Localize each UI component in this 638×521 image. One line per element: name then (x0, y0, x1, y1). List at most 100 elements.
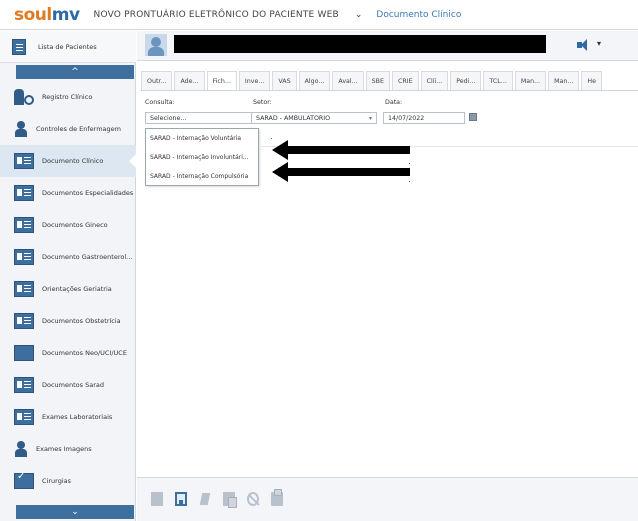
consulta-label: Consulta: (145, 99, 175, 106)
sidebar-item-label: Documento Clínico (42, 157, 104, 165)
tab[interactable]: SBE (365, 71, 390, 90)
date-value: 14/07/2022 (388, 115, 425, 122)
tab[interactable]: He (581, 71, 603, 90)
tab[interactable]: Pedi... (450, 71, 482, 90)
person-icon (14, 121, 28, 137)
data-label: Data: (385, 99, 403, 106)
consulta-select[interactable]: Selecione... ▾ (145, 112, 259, 124)
sidebar-item-cirurgias[interactable]: Cirurgias (0, 465, 136, 497)
dropdown-option[interactable]: SARAD - Internação Involuntári... (146, 148, 258, 167)
sidebar-item-label: Documentos Obstetrícia (42, 317, 121, 325)
document-icon (14, 409, 34, 425)
dropdown-option[interactable]: SARAD - Internação Compulsória (146, 167, 258, 186)
sidebar-scroll-down-button[interactable]: ⌄ (16, 505, 134, 519)
sidebar-item-label: Documentos Gineco (42, 221, 108, 229)
marker-dot (271, 138, 272, 139)
sidebar-item-documentos-obstetricia[interactable]: Documentos Obstetrícia (0, 305, 136, 337)
annotation-arrow-left-icon (272, 162, 410, 182)
top-header: soulmv NOVO PRONTUÁRIO ELETRÔNICO DO PAC… (0, 0, 638, 30)
sidebar-item-controles-enfermagem[interactable]: Controles de Enfermagem (0, 113, 136, 145)
sidebar-item-label: Documentos Especialidades (42, 189, 134, 197)
sidebar-item-label: Cirurgias (42, 477, 71, 485)
tab[interactable]: Outr... (141, 71, 173, 90)
copy-icon[interactable] (223, 492, 237, 508)
tab[interactable]: Aval... (332, 71, 364, 90)
setor-value: SARAD - AMBULATORIO (256, 115, 331, 122)
setor-select[interactable]: SARAD - AMBULATORIO ▾ (251, 112, 377, 124)
sidebar-scroll-up-button[interactable]: ^ (16, 65, 134, 79)
calendar-icon[interactable] (469, 113, 477, 121)
person-search-icon (14, 89, 34, 105)
tab[interactable]: Man... (548, 71, 580, 90)
marker-dot (409, 181, 410, 182)
speaker-dropdown-icon[interactable]: ▾ (597, 39, 601, 48)
annotation-arrow-left-icon (272, 140, 410, 160)
tab[interactable]: Algo... (298, 71, 331, 90)
patient-list-button[interactable]: Lista de Pacientes (0, 31, 136, 63)
chevron-down-icon[interactable]: ⌄ (355, 10, 363, 20)
sidebar-item-documentos-neo-uci-uce[interactable]: Documentos Neo/UCI/UCE (0, 337, 136, 369)
sidebar-item-exames-laboratoriais[interactable]: Exames Laboratoriais (0, 401, 136, 433)
document-icon (14, 249, 34, 265)
patient-list-label: Lista de Pacientes (38, 42, 97, 51)
sidebar-item-label: Orientações Geriatria (42, 285, 112, 293)
dropdown-option[interactable]: SARAD - Internação Voluntária (146, 129, 258, 148)
document-icon (14, 377, 34, 393)
document-icon (14, 153, 34, 169)
sidebar-item-label: Controles de Enfermagem (36, 125, 121, 133)
tab[interactable]: CRIE (391, 71, 419, 90)
soulmv-logo: soulmv (14, 5, 80, 25)
tab[interactable]: Ade... (174, 71, 205, 90)
marker-dot (409, 163, 410, 164)
print-icon[interactable] (271, 489, 283, 506)
new-document-icon[interactable] (151, 492, 163, 506)
patient-avatar-icon (145, 34, 167, 56)
tab[interactable]: Clíi... (420, 71, 449, 90)
consulta-value: Selecione... (150, 115, 187, 122)
save-icon[interactable] (175, 492, 187, 506)
sidebar-item-documentos-especialidades[interactable]: Documentos Especialidades (0, 177, 136, 209)
sidebar-item-exames-imagens[interactable]: Exames Imagens (0, 433, 136, 465)
sidebar-item-label: Documentos Sarad (42, 381, 104, 389)
sidebar-item-orientacoes-geriatria[interactable]: Orientações Geriatria (0, 273, 136, 305)
tab-active[interactable]: Fich... (206, 71, 237, 90)
sidebar-item-label: Registro Clínico (42, 93, 93, 101)
sidebar-item-label: Exames Imagens (36, 445, 92, 453)
sidebar-item-label: Documento Gastroenterol... (42, 253, 133, 261)
tab[interactable]: TCL... (483, 71, 513, 90)
sidebar-item-label: Documentos Neo/UCI/UCE (42, 349, 127, 357)
setor-label: Setor: (253, 99, 272, 106)
date-input[interactable]: 14/07/2022 (383, 112, 465, 124)
logo-part-mv: mv (51, 4, 80, 25)
sidebar-item-documentos-sarad[interactable]: Documentos Sarad (0, 369, 136, 401)
breadcrumb[interactable]: Documento Clínico (376, 10, 461, 20)
app-title: NOVO PRONTUÁRIO ELETRÔNICO DO PACIENTE W… (93, 9, 339, 20)
chevron-down-icon: ▾ (368, 115, 372, 122)
cancel-icon[interactable] (247, 492, 259, 506)
sidebar-nav: Registro Clínico Controles de Enfermagem… (0, 81, 137, 497)
speaker-icon[interactable] (577, 38, 593, 52)
patient-banner: ▾ (137, 31, 638, 61)
sign-icon[interactable] (199, 492, 211, 506)
document-icon (14, 281, 34, 297)
sidebar-item-documento-clinico[interactable]: Documento Clínico (0, 145, 137, 177)
person-icon (14, 441, 28, 457)
consulta-dropdown-list: SARAD - Internação Voluntária SARAD - In… (145, 128, 259, 186)
sidebar-item-documento-gastroenterologia[interactable]: Documento Gastroenterol... (0, 241, 136, 273)
tab[interactable]: VAS (272, 71, 297, 90)
sidebar-item-documentos-gineco[interactable]: Documentos Gineco (0, 209, 136, 241)
surgery-icon (14, 471, 34, 489)
monitor-icon (14, 345, 34, 361)
logo-part-soul: soul (14, 4, 52, 25)
bottom-toolbar (137, 477, 638, 521)
sidebar: Lista de Pacientes ^ Registro Clínico Co… (0, 31, 137, 521)
redacted-patient-info (174, 35, 546, 53)
document-icon (14, 313, 34, 329)
tab[interactable]: Man... (514, 71, 547, 90)
sidebar-item-label: Exames Laboratoriais (42, 413, 113, 421)
sidebar-item-registro-clinico[interactable]: Registro Clínico (0, 81, 136, 113)
list-icon (12, 38, 26, 55)
tab[interactable]: Inve... (238, 71, 271, 90)
document-icon (14, 217, 34, 233)
document-icon (14, 185, 34, 201)
